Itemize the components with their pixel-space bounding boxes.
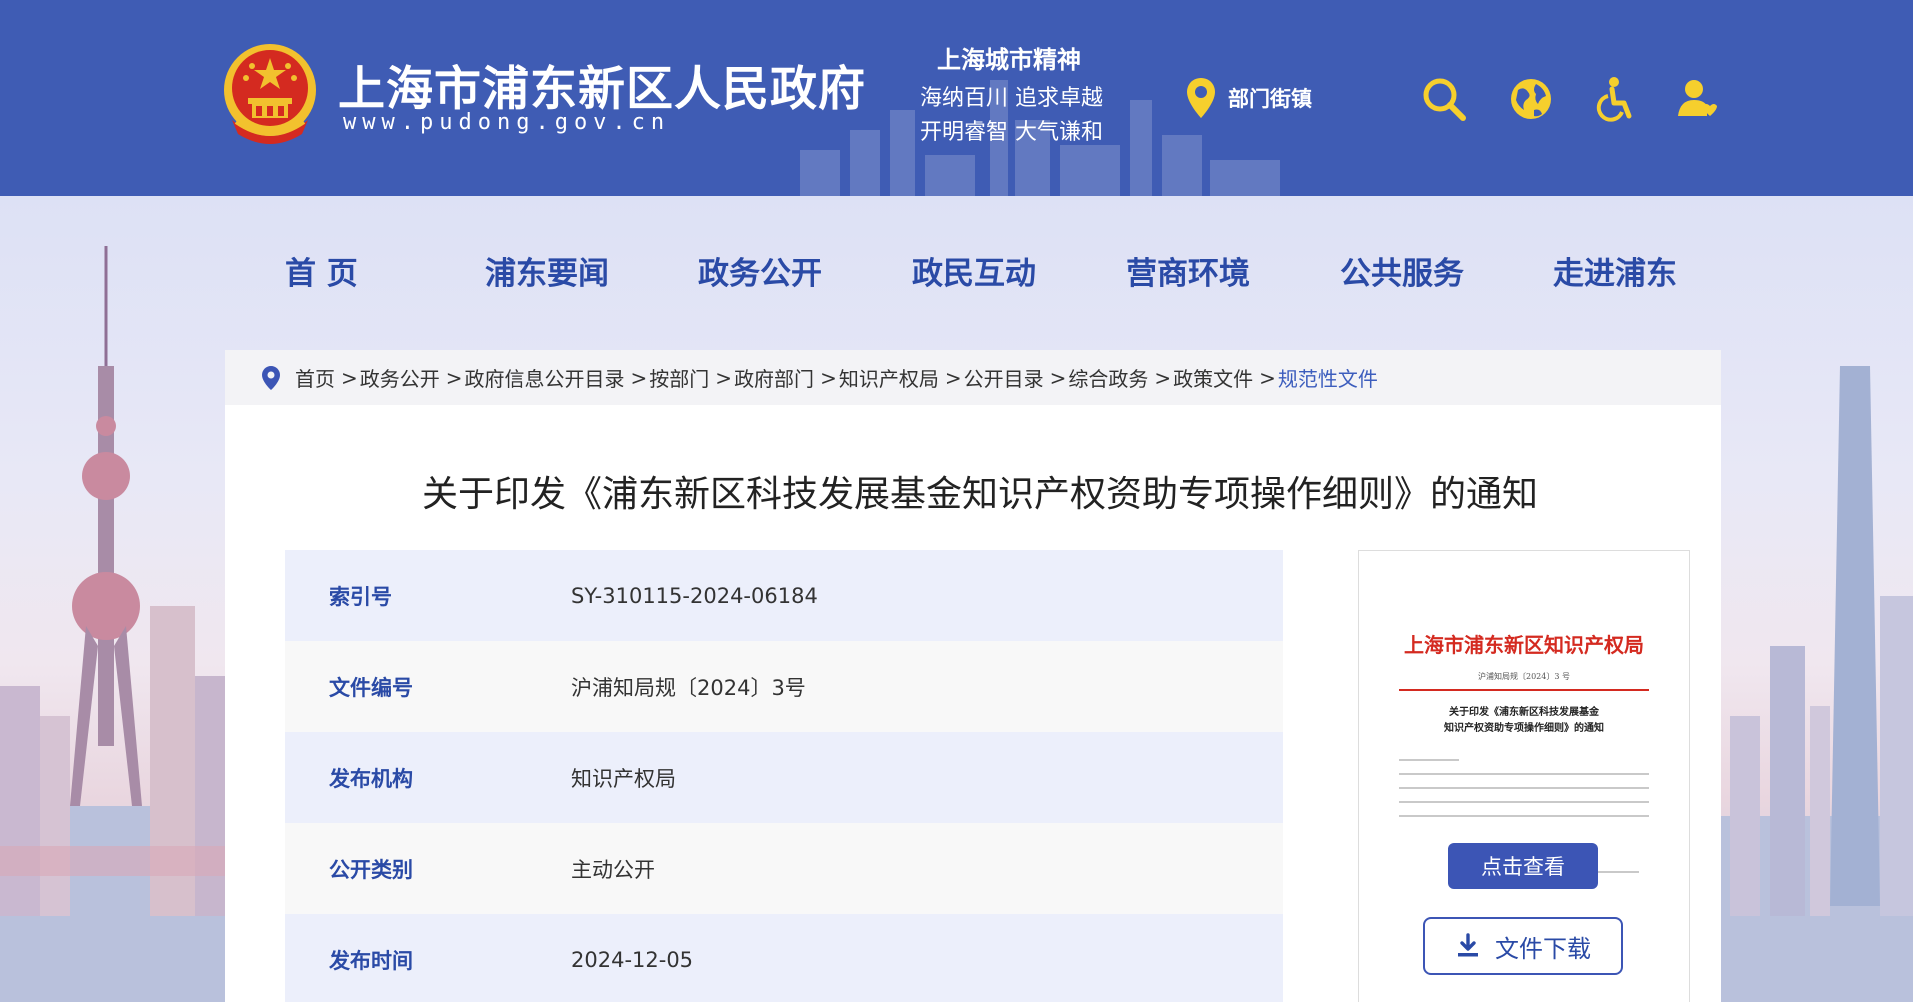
nav-item-about-pudong[interactable]: 走进浦东 bbox=[1553, 248, 1677, 293]
meta-label: 发布机构 bbox=[329, 766, 413, 791]
breadcrumb-current[interactable]: 规范性文件 bbox=[1278, 363, 1378, 392]
site-title[interactable]: 上海市浦东新区人民政府 bbox=[338, 50, 866, 119]
nav-item-business-environment[interactable]: 营商环境 bbox=[1126, 248, 1250, 293]
document-preview: 上海市浦东新区知识产权局 沪浦知局规〔2024〕3 号 关于印发《浦东新区科技发… bbox=[1358, 550, 1690, 1002]
breadcrumb-separator: > bbox=[1049, 365, 1067, 390]
main-nav: 首 页 浦东要闻 政务公开 政民互动 营商环境 公共服务 走进浦东 bbox=[0, 196, 1913, 338]
preview-red-rule bbox=[1399, 689, 1649, 691]
nav-item-pudong-news[interactable]: 浦东要闻 bbox=[485, 248, 609, 293]
breadcrumb-separator: > bbox=[944, 365, 962, 390]
nav-item-government-affairs[interactable]: 政务公开 bbox=[698, 248, 822, 293]
national-emblem-icon bbox=[224, 44, 316, 144]
breadcrumb-separator: > bbox=[820, 365, 837, 390]
meta-row-index-number: 索引号 SY-310115-2024-06184 bbox=[285, 550, 1283, 641]
document-meta-table: 索引号 SY-310115-2024-06184 文件编号 沪浦知局规〔2024… bbox=[285, 550, 1283, 1002]
breadcrumb-item[interactable]: 知识产权局 bbox=[839, 363, 939, 392]
preview-title-line: 关于印发《浦东新区科技发展基金 bbox=[1449, 707, 1599, 718]
meta-row-disclosure-type: 公开类别 主动公开 bbox=[285, 823, 1283, 914]
meta-value: SY-310115-2024-06184 bbox=[571, 583, 818, 608]
meta-label: 索引号 bbox=[329, 584, 392, 609]
globe-icon[interactable] bbox=[1508, 76, 1554, 122]
right-skyline-illustration bbox=[1720, 366, 1913, 1002]
meta-value: 2024-12-05 bbox=[571, 947, 694, 972]
city-spirit-title: 上海城市精神 bbox=[937, 46, 1081, 74]
department-town-link[interactable]: 部门街镇 bbox=[1186, 76, 1312, 120]
preview-text-line bbox=[1399, 759, 1459, 761]
preview-text-line bbox=[1399, 773, 1649, 775]
breadcrumb-item[interactable]: 首页 bbox=[295, 363, 335, 392]
meta-label: 发布时间 bbox=[329, 948, 413, 973]
breadcrumb-item[interactable]: 政府信息公开目录 bbox=[465, 363, 625, 392]
meta-value: 知识产权局 bbox=[571, 766, 676, 791]
download-file-label: 文件下载 bbox=[1495, 934, 1591, 963]
breadcrumb-item[interactable]: 政策文件 bbox=[1173, 363, 1253, 392]
nav-item-home[interactable]: 首 页 bbox=[285, 248, 358, 293]
preview-text-line bbox=[1399, 801, 1649, 803]
meta-value: 沪浦知局规〔2024〕3号 bbox=[571, 675, 806, 700]
nav-item-interaction[interactable]: 政民互动 bbox=[912, 248, 1036, 293]
city-spirit-line: 海纳百川 追求卓越 bbox=[920, 86, 1103, 111]
location-pin-icon bbox=[262, 365, 280, 390]
breadcrumb-item[interactable]: 政务公开 bbox=[360, 363, 440, 392]
breadcrumb: 首页 > 政务公开 > 政府信息公开目录 > 按部门 > 政府部门 > 知识产权… bbox=[225, 350, 1721, 405]
breadcrumb-item[interactable]: 公开目录 bbox=[964, 363, 1044, 392]
download-file-button[interactable]: 文件下载 bbox=[1423, 917, 1623, 975]
oriental-pearl-tower-illustration bbox=[0, 246, 240, 1002]
breadcrumb-separator: > bbox=[341, 365, 358, 390]
meta-label: 公开类别 bbox=[329, 857, 413, 882]
document-title: 关于印发《浦东新区科技发展基金知识产权资助专项操作细则》的通知 bbox=[421, 474, 1538, 515]
breadcrumb-item[interactable]: 政府部门 bbox=[734, 363, 814, 392]
site-header: 上海市浦东新区人民政府 www.pudong.gov.cn 上海城市精神 海纳百… bbox=[0, 0, 1913, 196]
meta-row-file-number: 文件编号 沪浦知局规〔2024〕3号 bbox=[285, 641, 1283, 732]
nav-item-public-services[interactable]: 公共服务 bbox=[1340, 248, 1464, 293]
meta-value: 主动公开 bbox=[571, 857, 655, 882]
breadcrumb-item[interactable]: 按部门 bbox=[649, 363, 709, 392]
breadcrumb-item[interactable]: 综合政务 bbox=[1068, 363, 1148, 392]
user-icon[interactable] bbox=[1674, 76, 1720, 122]
preview-doc-number: 沪浦知局规〔2024〕3 号 bbox=[1478, 672, 1570, 681]
meta-label: 文件编号 bbox=[329, 675, 413, 700]
content-card: 首页 > 政务公开 > 政府信息公开目录 > 按部门 > 政府部门 > 知识产权… bbox=[225, 350, 1721, 1002]
location-pin-icon bbox=[1187, 78, 1215, 118]
download-icon bbox=[1458, 933, 1478, 957]
breadcrumb-separator: > bbox=[630, 365, 648, 390]
accessibility-icon[interactable] bbox=[1592, 76, 1638, 122]
department-town-label: 部门街镇 bbox=[1228, 87, 1312, 111]
breadcrumb-separator: > bbox=[1154, 365, 1172, 390]
meta-row-publish-date: 发布时间 2024-12-05 bbox=[285, 914, 1283, 1002]
breadcrumb-separator: > bbox=[445, 365, 463, 390]
search-icon[interactable] bbox=[1421, 76, 1467, 122]
breadcrumb-separator: > bbox=[1259, 365, 1276, 390]
preview-text-line bbox=[1399, 815, 1649, 817]
breadcrumb-separator: > bbox=[715, 365, 733, 390]
preview-title-line: 知识产权资助专项操作细则》的通知 bbox=[1444, 723, 1604, 734]
site-url: www.pudong.gov.cn bbox=[343, 110, 671, 135]
preview-issuer-header: 上海市浦东新区知识产权局 bbox=[1404, 633, 1644, 657]
preview-text-line bbox=[1399, 787, 1649, 789]
view-document-button[interactable]: 点击查看 bbox=[1448, 843, 1598, 889]
city-spirit-line: 开明睿智 大气谦和 bbox=[920, 120, 1103, 145]
meta-row-publisher: 发布机构 知识产权局 bbox=[285, 732, 1283, 823]
